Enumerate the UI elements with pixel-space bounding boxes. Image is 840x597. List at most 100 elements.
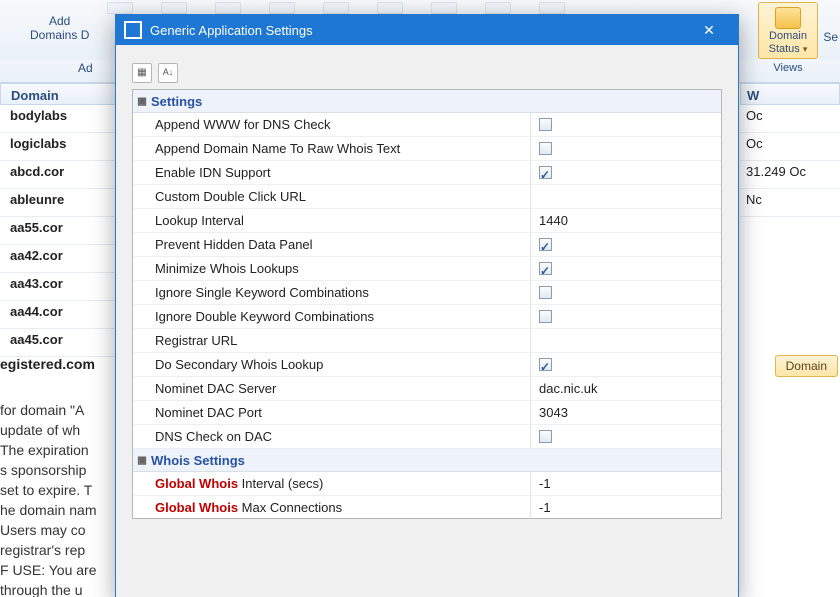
dialog-title: Generic Application Settings (150, 23, 688, 38)
prop-label: Custom Double Click URL (133, 185, 531, 208)
prop-global-whois-interval[interactable]: Global Whois Interval (secs) -1 (133, 472, 721, 496)
prop-label: Do Secondary Whois Lookup (133, 353, 531, 376)
prop-nominet-port[interactable]: Nominet DAC Port 3043 (133, 401, 721, 425)
table-row[interactable]: 31.249 Oc (740, 161, 840, 189)
info-line: through the u (0, 580, 120, 597)
prop-label-prefix: Global Whois (155, 476, 238, 491)
domain-button[interactable]: Domain (775, 355, 838, 377)
property-grid: ▣ Settings Append WWW for DNS Check Appe… (132, 89, 722, 519)
prop-label: Nominet DAC Port (133, 401, 531, 424)
checkbox-icon[interactable] (539, 238, 552, 251)
prop-value[interactable] (531, 329, 721, 352)
prop-value[interactable] (531, 161, 721, 184)
prop-value[interactable]: 3043 (531, 401, 721, 424)
add-domains-line1: Add (30, 14, 89, 28)
info-line: update of wh (0, 420, 120, 440)
app-icon (124, 21, 142, 39)
checkbox-icon[interactable] (539, 142, 552, 155)
checkbox-icon[interactable] (539, 430, 552, 443)
table-row[interactable]: aa45.cor (0, 329, 120, 357)
prop-value[interactable] (531, 233, 721, 256)
add-domains-line2: Domains (30, 28, 77, 42)
info-line: s sponsorship (0, 460, 120, 480)
prop-value[interactable] (531, 185, 721, 208)
info-line: he domain nam (0, 500, 120, 520)
prop-ignore-single[interactable]: Ignore Single Keyword Combinations (133, 281, 721, 305)
info-line: for domain "A (0, 400, 120, 420)
table-row[interactable]: aa44.cor (0, 301, 120, 329)
prop-label: Append Domain Name To Raw Whois Text (133, 137, 531, 160)
prop-value[interactable]: dac.nic.uk (531, 377, 721, 400)
prop-nominet-server[interactable]: Nominet DAC Server dac.nic.uk (133, 377, 721, 401)
prop-label: Registrar URL (133, 329, 531, 352)
prop-global-whois-maxconn[interactable]: Global Whois Max Connections -1 (133, 496, 721, 519)
prop-value[interactable] (531, 281, 721, 304)
prop-prevent-hidden[interactable]: Prevent Hidden Data Panel (133, 233, 721, 257)
prop-value[interactable] (531, 305, 721, 328)
prop-secondary-whois[interactable]: Do Secondary Whois Lookup (133, 353, 721, 377)
prop-label: Global Whois Max Connections (133, 496, 531, 519)
info-line: F USE: You are (0, 560, 120, 580)
ribbon-group-label-views: Views (758, 62, 818, 74)
close-button[interactable]: ✕ (688, 18, 730, 43)
add-domains-button[interactable]: Add Domains D (30, 14, 89, 42)
table-row[interactable]: logiclabs (0, 133, 120, 161)
prop-append-www[interactable]: Append WWW for DNS Check (133, 113, 721, 137)
prop-ignore-double[interactable]: Ignore Double Keyword Combinations (133, 305, 721, 329)
prop-dns-check-dac[interactable]: DNS Check on DAC (133, 425, 721, 449)
prop-label-suffix: Interval (secs) (238, 476, 323, 491)
titlebar[interactable]: Generic Application Settings ✕ (116, 15, 738, 45)
column-header-domain[interactable]: Domain (0, 83, 120, 105)
prop-value[interactable] (531, 113, 721, 136)
table-row[interactable]: Oc (740, 105, 840, 133)
table-row[interactable]: bodylabs (0, 105, 120, 133)
checkbox-icon[interactable] (539, 166, 552, 179)
prop-value[interactable]: 1440 (531, 209, 721, 232)
collapse-icon[interactable]: ▣ (133, 94, 151, 109)
table-row[interactable]: aa43.cor (0, 273, 120, 301)
propertygrid-sort-buttons: ▦ A↓ (132, 63, 722, 83)
whois-info-text: for domain "A update of wh The expiratio… (0, 400, 120, 597)
table-row[interactable]: Oc (740, 133, 840, 161)
prop-label: Nominet DAC Server (133, 377, 531, 400)
table-row[interactable]: ableunre (0, 189, 120, 217)
prop-custom-dbl[interactable]: Custom Double Click URL (133, 185, 721, 209)
prop-label: Ignore Single Keyword Combinations (133, 281, 531, 304)
column-header-w[interactable]: W (740, 83, 840, 105)
add-domains-d: D (81, 28, 90, 42)
prop-value[interactable] (531, 425, 721, 448)
prop-append-domain[interactable]: Append Domain Name To Raw Whois Text (133, 137, 721, 161)
prop-value[interactable]: -1 (531, 496, 721, 519)
checkbox-icon[interactable] (539, 118, 552, 131)
prop-enable-idn[interactable]: Enable IDN Support (133, 161, 721, 185)
info-line: set to expire. T (0, 480, 120, 500)
prop-lookup-interval[interactable]: Lookup Interval 1440 (133, 209, 721, 233)
category-settings[interactable]: ▣ Settings (133, 90, 721, 113)
domain-status-button[interactable]: Domain Status ▾ (758, 2, 818, 59)
prop-value[interactable] (531, 257, 721, 280)
checkbox-icon[interactable] (539, 286, 552, 299)
dialog-body: ▦ A↓ ▣ Settings Append WWW for DNS Check… (116, 45, 738, 529)
prop-value[interactable] (531, 137, 721, 160)
collapse-icon[interactable]: ▣ (133, 453, 151, 468)
table-row[interactable]: aa42.cor (0, 245, 120, 273)
table-row[interactable]: Nc (740, 189, 840, 217)
sort-alphabetical-button[interactable]: A↓ (158, 63, 178, 83)
checkbox-icon[interactable] (539, 310, 552, 323)
table-row[interactable]: aa55.cor (0, 217, 120, 245)
prop-value[interactable]: -1 (531, 472, 721, 495)
checkbox-icon[interactable] (539, 358, 552, 371)
info-line: Users may co (0, 520, 120, 540)
prop-label: Global Whois Interval (secs) (133, 472, 531, 495)
prop-min-whois[interactable]: Minimize Whois Lookups (133, 257, 721, 281)
prop-registrar-url[interactable]: Registrar URL (133, 329, 721, 353)
prop-value[interactable] (531, 353, 721, 376)
checkbox-icon[interactable] (539, 262, 552, 275)
category-label: Whois Settings (151, 453, 245, 468)
chevron-down-icon: ▾ (803, 44, 808, 54)
category-label: Settings (151, 94, 202, 109)
prop-label: Lookup Interval (133, 209, 531, 232)
table-row[interactable]: abcd.cor (0, 161, 120, 189)
sort-categorized-button[interactable]: ▦ (132, 63, 152, 83)
category-whois-settings[interactable]: ▣ Whois Settings (133, 449, 721, 472)
